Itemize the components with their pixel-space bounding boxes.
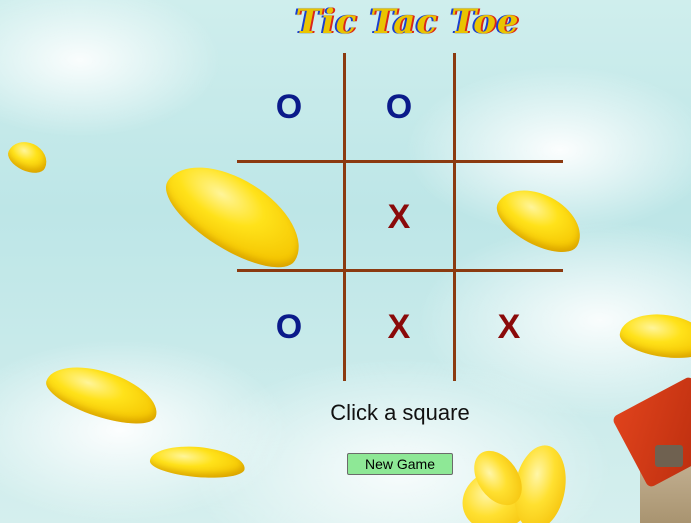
- board-cell-5[interactable]: X: [345, 163, 453, 271]
- board-cell-4[interactable]: [235, 163, 343, 271]
- board-cell-2[interactable]: O: [345, 53, 453, 161]
- board-cell-6[interactable]: [455, 163, 563, 271]
- petal-decoration: [3, 135, 53, 179]
- house-window-decoration: [655, 445, 683, 467]
- house-roof-decoration: [611, 375, 691, 489]
- board-cell-9[interactable]: X: [455, 273, 563, 381]
- game-board: O O X O X X: [235, 53, 565, 383]
- status-message: Click a square: [330, 400, 470, 425]
- board-cell-7[interactable]: O: [235, 273, 343, 381]
- board-cell-8[interactable]: X: [345, 273, 453, 381]
- new-game-button[interactable]: New Game: [347, 453, 453, 475]
- petal-decoration: [617, 308, 691, 364]
- game-title: Tic Tac Toe: [295, 2, 520, 42]
- board-cell-1[interactable]: O: [235, 53, 343, 161]
- petal-decoration: [148, 442, 247, 482]
- petal-decoration: [40, 355, 165, 434]
- board-cell-3[interactable]: [455, 53, 563, 161]
